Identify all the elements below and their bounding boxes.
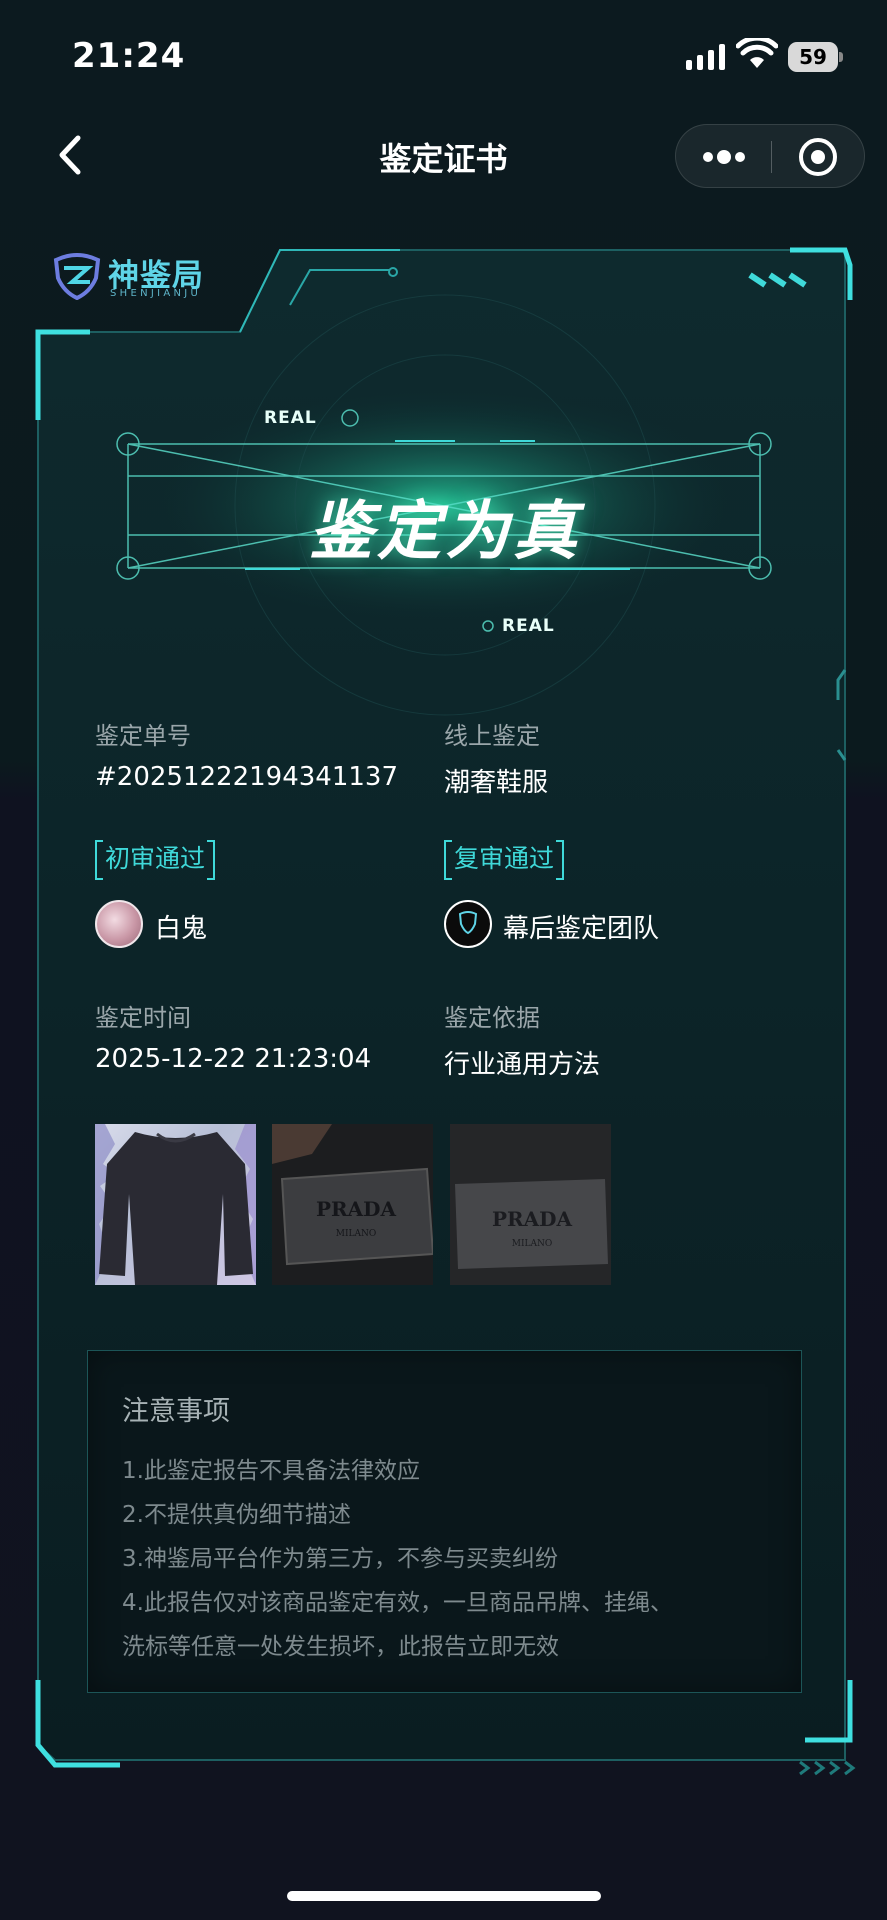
first-review-tag: 初审通过 — [95, 840, 216, 880]
shenjianju-logo: 神鉴局 SHENJIANJU — [50, 250, 250, 310]
first-reviewer-avatar — [95, 900, 143, 948]
appraisal-category-value: 潮奢鞋服 — [444, 768, 549, 798]
notice-line-4: 4.此报告仅对该商品鉴定有效，一旦商品吊牌、挂绳、 — [122, 1590, 673, 1616]
product-photo-1[interactable] — [95, 1124, 256, 1285]
label-brand-text: PRADA — [316, 1197, 397, 1221]
notice-line-3: 3.神鉴局平台作为第三方，不参与买卖纠纷 — [122, 1546, 558, 1572]
sweater-photo-icon — [95, 1124, 256, 1285]
order-number-value: #20251222194341137 — [95, 762, 398, 792]
label-photo-icon: PRADA MILANO — [272, 1124, 433, 1285]
home-indicator[interactable] — [287, 1891, 601, 1901]
appraisal-basis-value: 行业通用方法 — [444, 1050, 601, 1080]
team-logo-icon — [458, 911, 478, 935]
real-badge-bottom: REAL — [502, 616, 555, 636]
target-close-icon — [799, 138, 837, 176]
label-sub-text: MILANO — [336, 1229, 377, 1239]
label-brand-text: PRADA — [492, 1207, 573, 1231]
verdict-banner: REAL 鉴定为真 REAL — [110, 380, 780, 650]
notice-line-1: 1.此鉴定报告不具备法律效应 — [122, 1458, 420, 1484]
second-reviewer-name: 幕后鉴定团队 — [503, 914, 660, 944]
product-photo-2[interactable]: PRADA MILANO — [272, 1124, 433, 1285]
label-sub-text: MILANO — [512, 1239, 553, 1249]
navigation-bar: 鉴定证书 — [0, 110, 887, 202]
real-badge-top: REAL — [264, 408, 317, 428]
notice-line-5: 洗标等任意一处发生损坏，此报告立即无效 — [122, 1634, 559, 1660]
appraisal-basis-label: 鉴定依据 — [444, 1004, 540, 1032]
first-reviewer-name: 白鬼 — [155, 914, 208, 944]
more-button[interactable] — [676, 125, 771, 189]
notice-panel: 注意事项 1.此鉴定报告不具备法律效应 2.不提供真伪细节描述 3.神鉴局平台作… — [87, 1350, 802, 1693]
status-bar: 21:24 59 — [0, 0, 887, 110]
label-photo-icon: PRADA MILANO — [450, 1124, 611, 1285]
cellular-signal-icon — [686, 44, 725, 70]
close-miniprogram-button[interactable] — [772, 125, 866, 189]
order-number-label: 鉴定单号 — [95, 722, 191, 750]
logo-text-en: SHENJIANJU — [110, 288, 202, 299]
notice-title: 注意事项 — [122, 1396, 230, 1427]
verdict-result: 鉴定为真 — [309, 495, 581, 569]
shield-logo-icon — [53, 253, 101, 301]
status-time: 21:24 — [72, 36, 186, 76]
product-photo-3[interactable]: PRADA MILANO — [450, 1124, 611, 1285]
appraisal-time-label: 鉴定时间 — [95, 1004, 191, 1032]
miniprogram-capsule — [675, 124, 865, 188]
more-dots-icon — [703, 150, 745, 164]
appraisal-type-label: 线上鉴定 — [444, 722, 540, 750]
battery-icon: 59 — [788, 42, 843, 72]
second-review-tag: 复审通过 — [444, 840, 565, 880]
battery-level: 59 — [788, 42, 838, 72]
notice-line-2: 2.不提供真伪细节描述 — [122, 1502, 351, 1528]
appraisal-time-value: 2025-12-22 21:23:04 — [95, 1044, 372, 1074]
second-reviewer-avatar — [444, 900, 492, 948]
wifi-icon — [736, 38, 778, 68]
